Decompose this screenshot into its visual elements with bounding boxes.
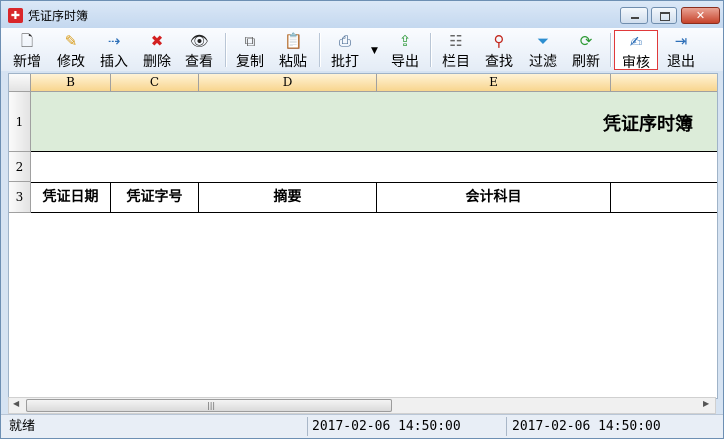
header-cell-account[interactable]: 会计科目 [377,182,611,213]
header-cell-voucher-number[interactable]: 凭证字号 [111,182,199,213]
add-button[interactable]: 🗋 新增 [7,30,47,71]
find-label: 查找 [485,54,513,70]
maximize-icon [660,12,670,21]
view-button[interactable]: 👁 查看 [179,30,219,71]
row-header-2[interactable]: 2 [9,152,31,182]
minimize-button[interactable] [620,7,648,24]
paste-icon: 📋 [284,32,303,50]
toolbar-separator [430,33,432,67]
column-header-c[interactable]: C [111,74,199,92]
voucher-grid[interactable]: B C D E 1 2 3 凭证序时簿 凭证日期 凭证字号 摘要 会计科目 [8,73,718,399]
refresh-icon: ⟳ [579,32,593,50]
maximize-button[interactable] [651,7,677,24]
status-separator [307,417,308,436]
toolbar-separator [610,33,612,67]
audit-icon: ✍ [629,33,643,51]
paste-label: 粘贴 [279,54,307,70]
find-button[interactable]: ⚲ 查找 [479,30,519,71]
export-button[interactable]: ⇪ 导出 [384,30,426,71]
insert-button[interactable]: ⇢ 插入 [94,30,134,71]
column-header-b[interactable]: B [31,74,111,92]
column-header-e[interactable]: E [377,74,611,92]
scroll-left-icon[interactable]: ◀ [13,399,19,408]
status-time-1: 2017-02-06 14:50:00 [312,419,461,434]
insert-icon: ⇢ [107,32,121,50]
title-row[interactable]: 凭证序时簿 [31,92,717,152]
copy-button[interactable]: ⧉ 复制 [230,30,270,71]
row-header-3[interactable]: 3 [9,182,31,213]
filter-icon: ⏷ [536,32,549,50]
columns-icon: ☷ [449,32,463,50]
scroll-right-icon[interactable]: ▶ [703,399,709,408]
copy-label: 复制 [236,54,264,70]
minimize-icon [631,17,639,19]
header-cell-voucher-date[interactable]: 凭证日期 [31,182,111,213]
grid-corner[interactable] [9,74,31,92]
batch-print-label: 批打 [331,54,359,70]
title-bar: ✚ 凭证序时簿 ✕ [1,1,723,28]
status-time-2: 2017-02-06 14:50:00 [512,419,661,434]
header-cell-truncated[interactable] [611,182,717,213]
close-button[interactable]: ✕ [681,7,720,24]
export-icon: ⇪ [398,32,412,50]
edit-label: 修改 [57,54,85,70]
export-label: 导出 [391,54,419,70]
pencil-icon: ✎ [64,32,78,50]
batch-print-button[interactable]: ⎙ 批打 [325,30,365,71]
delete-button[interactable]: ✖ 删除 [137,30,177,71]
edit-button[interactable]: ✎ 修改 [51,30,91,71]
main-window: ✚ 凭证序时簿 ✕ 🗋 新增 ✎ 修改 ⇢ 插入 ✖ 删除 👁 查看 ⧉ 复制 … [0,0,724,439]
header-cell-summary[interactable]: 摘要 [199,182,377,213]
add-label: 新增 [13,54,41,70]
printer-icon: ⎙ [338,32,351,50]
column-header-d[interactable]: D [199,74,377,92]
toolbar-separator [225,33,227,67]
exit-button[interactable]: ⇥ 退出 [661,30,701,71]
app-logo-icon: ✚ [8,8,23,23]
audit-button[interactable]: ✍ 审核 [614,30,658,71]
columns-button[interactable]: ☷ 栏目 [436,30,476,71]
delete-x-icon: ✖ [150,32,164,50]
horizontal-scrollbar[interactable]: ◀ ||| ▶ [8,397,716,414]
toolbar-separator [319,33,321,67]
add-icon: 🗋 [20,32,34,50]
view-label: 查看 [185,54,213,70]
status-bar: 就绪 2017-02-06 14:50:00 2017-02-06 14:50:… [1,414,723,438]
filter-label: 过滤 [529,54,557,70]
column-header-f[interactable] [611,74,717,92]
eye-icon: 👁 [190,32,210,50]
find-icon: ⚲ [493,32,505,50]
chevron-down-icon[interactable]: ▼ [371,46,378,56]
exit-label: 退出 [667,54,695,70]
status-text: 就绪 [9,419,36,434]
refresh-label: 刷新 [572,54,600,70]
toolbar: 🗋 新增 ✎ 修改 ⇢ 插入 ✖ 删除 👁 查看 ⧉ 复制 📋 粘贴 ⎙ 批打 … [1,28,723,71]
refresh-button[interactable]: ⟳ 刷新 [566,30,606,71]
audit-label: 审核 [622,55,650,71]
status-separator [506,417,507,436]
row-header-1[interactable]: 1 [9,92,31,152]
exit-icon: ⇥ [674,32,688,50]
scroll-thumb[interactable]: ||| [26,399,392,412]
paste-button[interactable]: 📋 粘贴 [273,30,313,71]
sheet-title: 凭证序时簿 [603,114,693,135]
filter-button[interactable]: ⏷ 过滤 [522,30,564,71]
delete-label: 删除 [143,54,171,70]
insert-label: 插入 [100,54,128,70]
close-icon: ✕ [695,9,706,22]
window-title: 凭证序时簿 [28,9,89,23]
grip-icon: ||| [207,401,216,410]
copy-icon: ⧉ [244,32,256,50]
columns-label: 栏目 [442,54,470,70]
